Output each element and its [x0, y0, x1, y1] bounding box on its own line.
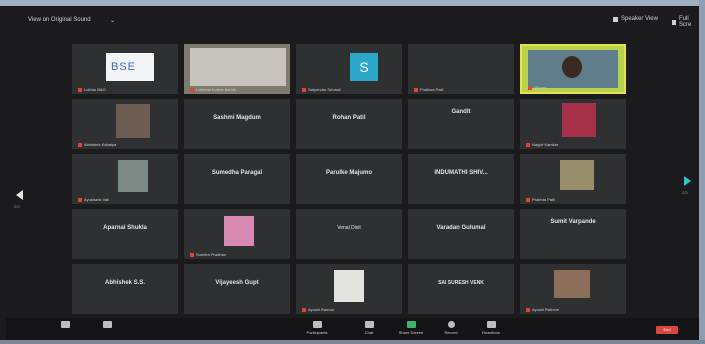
shared-screen-video: [190, 48, 286, 86]
microphone-icon: [60, 321, 70, 328]
record-button[interactable]: Record: [436, 321, 466, 335]
chat-icon: [364, 321, 374, 328]
participant-tile[interactable]: Ayushi Raman: [296, 264, 402, 314]
participant-name: Sumitra Pradhan: [190, 252, 226, 257]
participant-name: Vikrant: [528, 85, 546, 90]
zoom-meeting-window: View on Original Sound ⌄ Speaker View Fu…: [0, 0, 705, 344]
participant-tile[interactable]: S Satyendar Srivasti: [296, 44, 402, 94]
participant-name: Prabhat Patil: [526, 197, 555, 202]
participant-tile[interactable]: Prabhat Patil: [520, 154, 626, 204]
next-page-arrow-icon[interactable]: [684, 176, 691, 186]
share-screen-button[interactable]: Share Screen: [396, 321, 426, 335]
active-speaker-tile[interactable]: Vikrant: [520, 44, 626, 94]
participants-label: Participants: [306, 330, 328, 335]
participant-tile[interactable]: Nayjot Kamkar: [520, 99, 626, 149]
reactions-label: Reactions: [482, 330, 500, 335]
participant-tile[interactable]: SAI SURESH VENK: [408, 264, 514, 314]
participant-tile[interactable]: Sumit Varpande: [520, 209, 626, 259]
participant-name: Lakshmi Kumar Ashok: [190, 87, 236, 92]
bse-logo: BSE: [106, 53, 154, 81]
participant-tile[interactable]: Venal Dixit: [296, 209, 402, 259]
participant-tile[interactable]: Aparnal Shukla: [72, 209, 178, 259]
reactions-button[interactable]: Reactions: [476, 321, 506, 335]
avatar: [334, 270, 364, 302]
participant-name: Nayjot Kamkar: [526, 142, 558, 147]
participant-video: [554, 270, 590, 298]
chat-button[interactable]: Chat: [354, 321, 384, 335]
participant-tile[interactable]: Vijayeesh Gupt: [184, 264, 290, 314]
reaction-icon: [486, 321, 496, 328]
page-indicator-right: 2/3: [682, 190, 688, 195]
monitor-bezel-top: [0, 0, 705, 6]
full-screen-button[interactable]: Full Scre: [672, 16, 698, 28]
speaker-view-button[interactable]: Speaker View: [613, 16, 658, 22]
participant-name: Ayushank Vali: [78, 197, 109, 202]
speaker-view-label: Speaker View: [621, 16, 658, 22]
avatar: S: [350, 53, 378, 81]
participant-tile[interactable]: Lakshmi Kumar Ashok: [184, 44, 290, 94]
participant-tile[interactable]: Sashmi Magdum: [184, 99, 290, 149]
participant-name: Lokhar B&O: [78, 87, 106, 92]
participant-tile[interactable]: Varadan Gulumal: [408, 209, 514, 259]
original-sound-toggle[interactable]: View on Original Sound: [28, 17, 91, 23]
participant-tile[interactable]: BSE Lokhar B&O: [72, 44, 178, 94]
participant-name: Abhishek Katariya: [78, 142, 116, 147]
end-meeting-button[interactable]: End: [656, 326, 678, 334]
participants-button[interactable]: Participants: [302, 321, 332, 335]
participant-video: [562, 103, 596, 137]
bse-logo-text: BSE: [111, 61, 137, 73]
meeting-top-bar: View on Original Sound ⌄ Speaker View Fu…: [8, 8, 698, 30]
participant-video: [118, 160, 148, 192]
previous-page-arrow-icon[interactable]: [16, 190, 23, 200]
monitor-bezel-bottom: [0, 340, 705, 344]
participant-face: [562, 56, 582, 78]
video-button[interactable]: [92, 321, 122, 330]
page-indicator-left: 2/3: [14, 204, 20, 209]
participant-tile[interactable]: Gandlt: [408, 99, 514, 149]
chat-label: Chat: [364, 330, 374, 335]
participant-tile[interactable]: Sumitra Pradhan: [184, 209, 290, 259]
chevron-down-icon[interactable]: ⌄: [110, 17, 115, 24]
mute-button[interactable]: [50, 321, 80, 330]
participant-tile[interactable]: Parulke Majumo: [296, 154, 402, 204]
expand-icon: [672, 19, 677, 25]
share-screen-icon: [406, 321, 416, 328]
participant-name: Ayushi Raman: [302, 307, 334, 312]
camera-icon: [102, 321, 112, 328]
participant-tile[interactable]: Ayushank Vali: [72, 154, 178, 204]
grid-icon: [613, 16, 618, 22]
meeting-toolbar: Participants Chat Share Screen Record Re…: [6, 318, 699, 340]
participant-tile[interactable]: Abhishek S.S.: [72, 264, 178, 314]
participant-tile[interactable]: Sumedha Paragal: [184, 154, 290, 204]
people-icon: [312, 321, 322, 328]
full-screen-label: Full Scre: [679, 16, 692, 28]
monitor-bezel-right: [699, 0, 705, 344]
participant-tile[interactable]: Pratiksa Patil: [408, 44, 514, 94]
participant-name: Ayushi Rathore: [526, 307, 559, 312]
record-icon: [447, 321, 455, 328]
participant-tile[interactable]: Ayushi Rathore: [520, 264, 626, 314]
participant-tile[interactable]: Abhishek Katariya: [72, 99, 178, 149]
avatar: [224, 216, 254, 246]
participant-tile[interactable]: INDUMATHI SHIV...: [408, 154, 514, 204]
participant-video: [116, 104, 150, 138]
participant-gallery: BSE Lokhar B&O Lakshmi Kumar Ashok S Sat…: [72, 44, 632, 314]
participant-video: [528, 50, 618, 88]
participant-tile[interactable]: Rohan Patil: [296, 99, 402, 149]
participant-name: Pratiksa Patil: [414, 87, 443, 92]
participant-video: [560, 160, 594, 190]
share-screen-label: Share Screen: [398, 330, 424, 335]
participant-name: Satyendar Srivasti: [302, 87, 340, 92]
record-label: Record: [444, 330, 458, 335]
